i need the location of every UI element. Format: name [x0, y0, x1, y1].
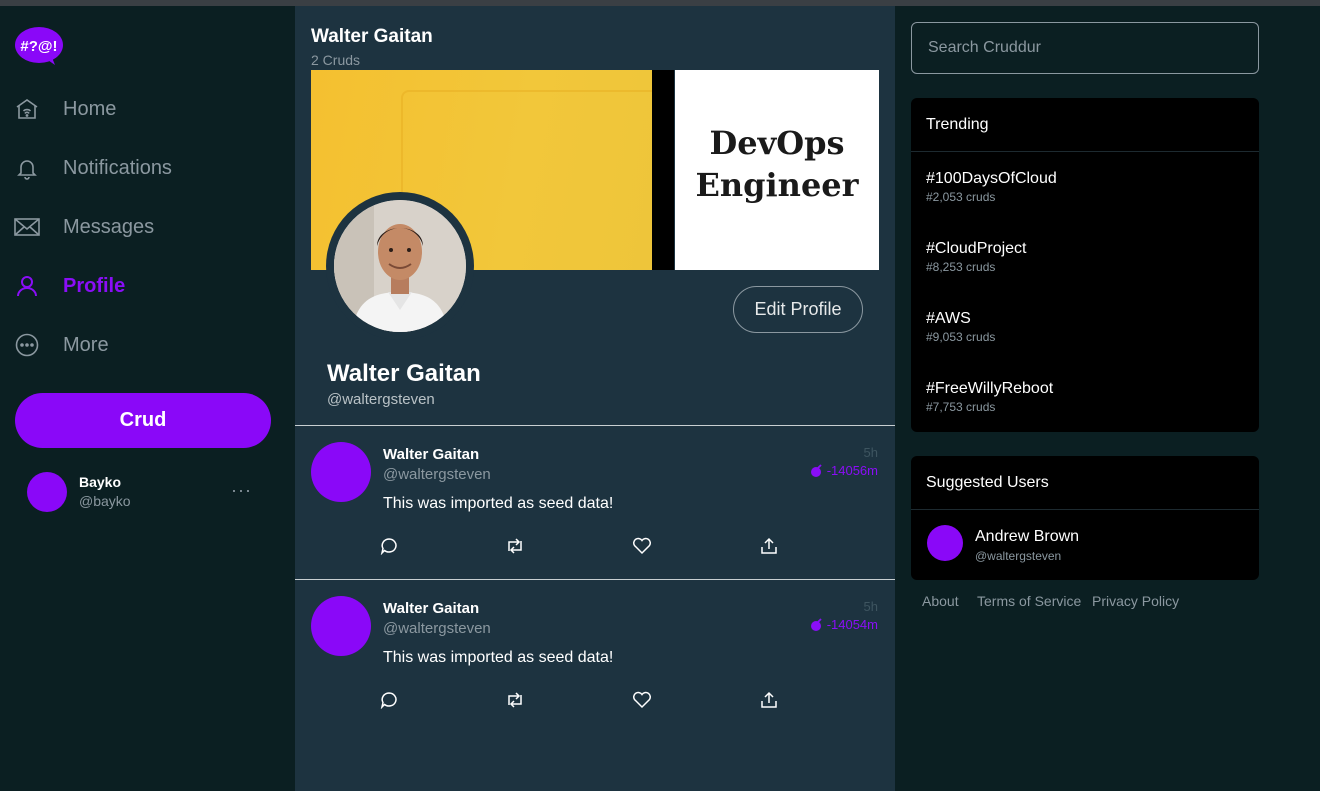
- home-icon: [14, 96, 40, 122]
- profile-photo-icon: [334, 200, 466, 332]
- footer-privacy-link[interactable]: Privacy Policy: [1092, 593, 1179, 609]
- trending-item[interactable]: #CloudProject #8,253 cruds: [926, 240, 1027, 274]
- trending-title: Trending: [911, 98, 1259, 152]
- repost-icon[interactable]: [505, 536, 525, 556]
- trending-item[interactable]: #FreeWillyReboot #7,753 cruds: [926, 380, 1053, 414]
- current-user-card[interactable]: Bayko @bayko ···: [27, 472, 267, 512]
- share-icon[interactable]: [759, 536, 779, 556]
- footer-terms-link[interactable]: Terms of Service: [977, 593, 1081, 609]
- crud-expires: -14054m: [810, 617, 878, 632]
- nav-notifications-label: Notifications: [63, 156, 172, 179]
- more-circle-icon: [14, 332, 40, 358]
- current-user-name: Bayko: [79, 474, 122, 490]
- reply-icon[interactable]: [379, 536, 399, 556]
- reply-icon[interactable]: [379, 690, 399, 710]
- crud-button[interactable]: Crud: [15, 393, 271, 448]
- nav-home[interactable]: Home: [14, 89, 116, 129]
- avatar: [27, 472, 67, 512]
- nav-home-label: Home: [63, 97, 117, 120]
- user-icon: [14, 273, 40, 299]
- crud-handle[interactable]: @waltergsteven: [383, 466, 491, 483]
- nav-messages[interactable]: Messages: [14, 207, 154, 247]
- crud-handle[interactable]: @waltergsteven: [383, 620, 491, 637]
- bomb-icon: [810, 617, 822, 631]
- trending-item[interactable]: #100DaysOfCloud #2,053 cruds: [926, 170, 1057, 204]
- main-column: Walter Gaitan 2 Cruds DevOps Engineer Ed…: [295, 6, 895, 791]
- trending-count: #9,053 cruds: [926, 330, 996, 344]
- trending-tag: #100DaysOfCloud: [926, 170, 1057, 187]
- nav-more-label: More: [63, 333, 109, 356]
- repost-icon[interactable]: [505, 690, 525, 710]
- profile-avatar: [326, 192, 474, 340]
- envelope-icon: [14, 214, 40, 240]
- trending-count: #8,253 cruds: [926, 260, 996, 274]
- bell-icon: [14, 155, 40, 181]
- crud-time: 5h: [863, 599, 878, 614]
- crud-count: 2 Cruds: [311, 52, 361, 68]
- crud-time: 5h: [863, 445, 878, 460]
- nav-messages-label: Messages: [63, 215, 155, 238]
- bomb-icon: [810, 463, 822, 477]
- banner-line-1: DevOps: [709, 124, 845, 162]
- search-input[interactable]: [911, 22, 1259, 74]
- trending-count: #7,753 cruds: [926, 400, 996, 414]
- profile-name: Walter Gaitan: [327, 360, 481, 387]
- nav-profile-label: Profile: [63, 274, 126, 297]
- nav-notifications[interactable]: Notifications: [14, 148, 172, 188]
- crud-message: This was imported as seed data!: [383, 649, 614, 666]
- heart-icon[interactable]: [632, 690, 652, 710]
- trending-tag: #CloudProject: [926, 240, 1027, 257]
- nav-more[interactable]: More: [14, 325, 109, 365]
- cruddur-logo[interactable]: #?@!: [15, 26, 63, 66]
- suggested-user-handle: @waltergsteven: [975, 549, 1062, 563]
- trending-count: #2,053 cruds: [926, 190, 996, 204]
- suggested-users-panel: Suggested Users Andrew Brown @waltergste…: [911, 456, 1259, 580]
- profile-handle: @waltergsteven: [327, 391, 435, 408]
- banner-line-2: Engineer: [695, 166, 859, 204]
- heart-icon[interactable]: [632, 536, 652, 556]
- more-options-icon[interactable]: ···: [231, 480, 252, 501]
- page-title: Walter Gaitan: [311, 26, 433, 47]
- crud-item[interactable]: Walter Gaitan @waltergsteven This was im…: [295, 426, 895, 579]
- nav-profile[interactable]: Profile: [14, 266, 125, 306]
- share-icon[interactable]: [759, 690, 779, 710]
- left-sidebar: #?@! Home Notifications Messages Profile…: [0, 6, 295, 791]
- avatar: [311, 442, 371, 502]
- crud-message: This was imported as seed data!: [383, 495, 614, 512]
- logo-text: #?@!: [20, 38, 57, 55]
- avatar[interactable]: [927, 525, 963, 561]
- trending-tag: #FreeWillyReboot: [926, 380, 1054, 397]
- crud-expires: -14056m: [810, 463, 878, 478]
- trending-tag: #AWS: [926, 310, 971, 327]
- crud-display-name[interactable]: Walter Gaitan: [383, 600, 479, 617]
- trending-item[interactable]: #AWS #9,053 cruds: [926, 310, 995, 344]
- crud-item[interactable]: Walter Gaitan @waltergsteven This was im…: [295, 580, 895, 733]
- edit-profile-button[interactable]: Edit Profile: [733, 286, 863, 333]
- suggested-user-name[interactable]: Andrew Brown: [975, 528, 1079, 546]
- suggested-users-title: Suggested Users: [911, 456, 1259, 510]
- trending-panel: Trending #100DaysOfCloud #2,053 cruds #C…: [911, 98, 1259, 432]
- footer-about-link[interactable]: About: [922, 593, 959, 609]
- crud-display-name[interactable]: Walter Gaitan: [383, 446, 479, 463]
- crud-expires-text: -14056m: [826, 463, 878, 478]
- crud-expires-text: -14054m: [826, 617, 878, 632]
- current-user-handle: @bayko: [79, 493, 131, 509]
- avatar: [311, 596, 371, 656]
